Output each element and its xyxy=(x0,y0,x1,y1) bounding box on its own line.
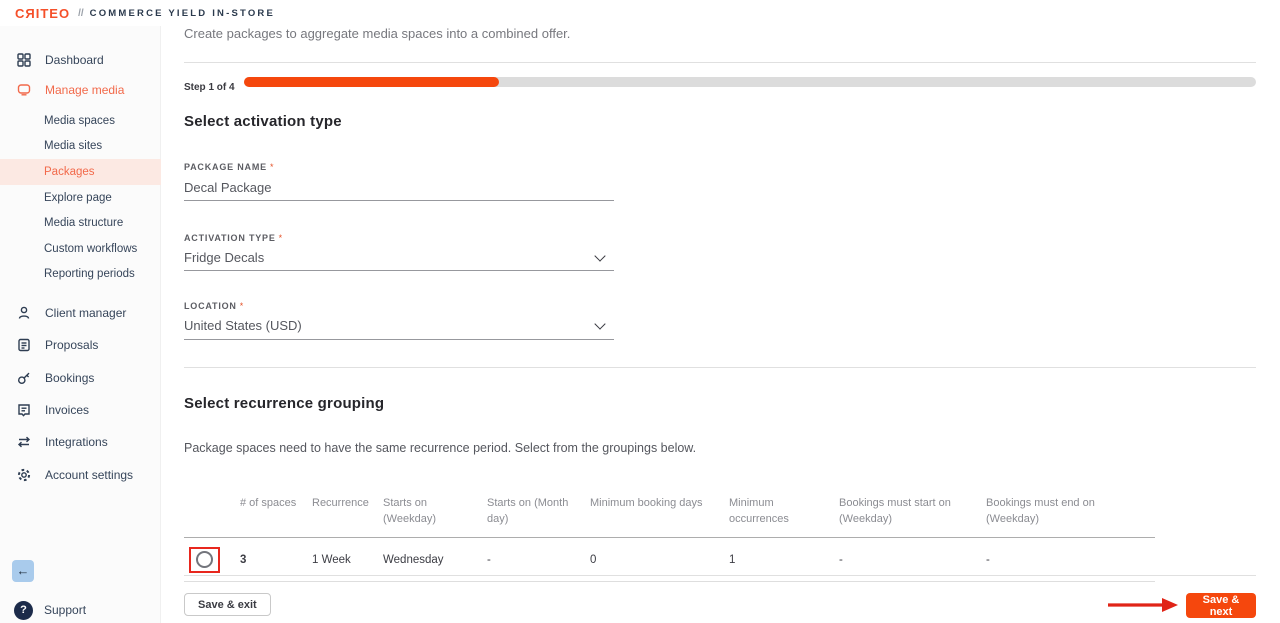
product-title: COMMERCE YIELD IN-STORE xyxy=(90,8,275,19)
cell-starts-on-weekday: Wednesday xyxy=(383,554,487,566)
collapse-sidebar-button[interactable]: ← xyxy=(12,560,34,582)
sidebar-item-label: Account settings xyxy=(45,468,133,482)
input-underline xyxy=(184,339,614,340)
sidebar-subitem-label: Explore page xyxy=(44,192,112,204)
criteo-logo: CЯITEO xyxy=(15,6,70,21)
sidebar-item-media-sites[interactable]: Media sites xyxy=(0,133,161,159)
section-title-recurrence: Select recurrence grouping xyxy=(184,395,384,412)
table-header-row: # of spaces Recurrence Starts on (Weekda… xyxy=(184,496,1155,538)
sidebar-item-dashboard[interactable]: Dashboard xyxy=(0,47,161,73)
cell-recurrence: 1 Week xyxy=(312,554,383,566)
column-header: Starts on (Month day) xyxy=(487,496,590,529)
location-select[interactable]: United States (USD) xyxy=(184,318,302,333)
clipboard-icon xyxy=(16,337,32,353)
column-header: Bookings must start on (Weekday) xyxy=(839,496,986,529)
sidebar-subitem-label: Reporting periods xyxy=(44,268,135,280)
sidebar-item-label: Invoices xyxy=(45,403,89,417)
logo-separator: // xyxy=(78,8,84,19)
sidebar-item-label: Manage media xyxy=(45,83,124,97)
sidebar-item-manage-media[interactable]: Manage media xyxy=(0,77,161,103)
sidebar-item-label: Proposals xyxy=(45,338,98,352)
cell-min-occurrences: 1 xyxy=(729,554,839,566)
required-asterisk: * xyxy=(279,233,283,243)
activation-type-field-group: ACTIVATION TYPE* xyxy=(184,228,614,246)
sync-arrows-icon xyxy=(16,434,32,450)
sidebar-item-label: Bookings xyxy=(45,371,94,385)
column-header-radio xyxy=(184,496,240,529)
progress-bar-track xyxy=(244,77,1256,87)
chevron-down-icon[interactable] xyxy=(594,250,605,261)
sidebar-item-custom-workflows[interactable]: Custom workflows xyxy=(0,236,161,262)
cell-must-start-weekday: - xyxy=(839,554,986,566)
column-header: Bookings must end on (Weekday) xyxy=(986,496,1155,529)
package-name-label: PACKAGE NAME xyxy=(184,162,267,172)
sidebar-item-media-spaces[interactable]: Media spaces xyxy=(0,108,161,134)
chevron-down-icon[interactable] xyxy=(594,318,605,329)
sidebar-subitem-label: Packages xyxy=(44,166,95,178)
package-name-input[interactable]: Decal Package xyxy=(184,180,271,195)
sidebar-subitem-label: Media sites xyxy=(44,140,102,152)
person-icon xyxy=(16,305,32,321)
column-header: Minimum booking days xyxy=(590,496,729,529)
column-header: # of spaces xyxy=(240,496,312,529)
sidebar-item-label: Client manager xyxy=(45,306,126,320)
sidebar-item-label: Integrations xyxy=(45,435,108,449)
sidebar-item-account-settings[interactable]: Account settings xyxy=(0,462,161,488)
activation-type-label: ACTIVATION TYPE xyxy=(184,233,276,243)
column-header: Minimum occurrences xyxy=(729,496,839,529)
sidebar-item-media-structure[interactable]: Media structure xyxy=(0,210,161,236)
key-icon xyxy=(16,370,32,386)
sidebar-subitem-label: Media structure xyxy=(44,217,123,229)
sidebar-item-proposals[interactable]: Proposals xyxy=(0,332,161,358)
input-underline xyxy=(184,200,614,201)
sidebar-subitem-label: Media spaces xyxy=(44,115,115,127)
divider xyxy=(184,575,1256,576)
sidebar-item-explore-page[interactable]: Explore page xyxy=(0,185,161,211)
help-question-icon: ? xyxy=(14,601,33,620)
save-exit-button[interactable]: Save & exit xyxy=(184,593,271,616)
column-header: Starts on (Weekday) xyxy=(383,496,487,529)
save-next-button[interactable]: Save & next xyxy=(1186,593,1256,618)
recurrence-description: Package spaces need to have the same rec… xyxy=(184,441,696,455)
sidebar-item-integrations[interactable]: Integrations xyxy=(0,429,161,455)
location-field-group: LOCATION* xyxy=(184,296,614,314)
sidebar-item-invoices[interactable]: Invoices xyxy=(0,397,161,423)
gear-icon xyxy=(16,467,32,483)
activation-type-select[interactable]: Fridge Decals xyxy=(184,250,264,265)
support-label: Support xyxy=(44,603,86,617)
main-content: Create packages to aggregate media space… xyxy=(184,26,1256,623)
recurrence-table: # of spaces Recurrence Starts on (Weekda… xyxy=(184,496,1155,582)
page-description: Create packages to aggregate media space… xyxy=(184,26,570,41)
support-link[interactable]: ? Support xyxy=(0,597,161,623)
invoice-icon xyxy=(16,402,32,418)
annotation-highlight-box xyxy=(189,547,220,573)
sidebar-item-label: Dashboard xyxy=(45,53,104,67)
sidebar-item-packages[interactable]: Packages xyxy=(0,159,161,185)
dashboard-grid-icon xyxy=(16,52,32,68)
required-asterisk: * xyxy=(240,301,244,311)
sidebar-item-reporting-periods[interactable]: Reporting periods xyxy=(0,261,161,287)
required-asterisk: * xyxy=(270,162,274,172)
grouping-radio-button[interactable] xyxy=(196,551,213,568)
sidebar-item-client-manager[interactable]: Client manager xyxy=(0,300,161,326)
sidebar-subitem-label: Custom workflows xyxy=(44,243,137,255)
cell-num-spaces: 3 xyxy=(240,554,312,566)
sidebar-nav: Dashboard Manage media Media spaces Medi… xyxy=(0,26,161,623)
cell-starts-on-monthday: - xyxy=(487,554,590,566)
input-underline xyxy=(184,270,614,271)
annotation-arrow xyxy=(1108,597,1180,613)
cell-min-booking-days: 0 xyxy=(590,554,729,566)
divider xyxy=(184,62,1256,63)
step-indicator: Step 1 of 4 xyxy=(184,82,235,93)
monitor-icon xyxy=(16,82,32,98)
progress-bar-fill xyxy=(244,77,499,87)
column-header: Recurrence xyxy=(312,496,383,529)
cell-must-end-weekday: - xyxy=(986,554,1155,566)
package-name-field-group: PACKAGE NAME* xyxy=(184,157,614,175)
divider xyxy=(184,367,1256,368)
top-app-bar: CЯITEO // COMMERCE YIELD IN-STORE xyxy=(0,0,1280,26)
section-title-activation: Select activation type xyxy=(184,113,342,130)
sidebar-item-bookings[interactable]: Bookings xyxy=(0,365,161,391)
location-label: LOCATION xyxy=(184,301,237,311)
